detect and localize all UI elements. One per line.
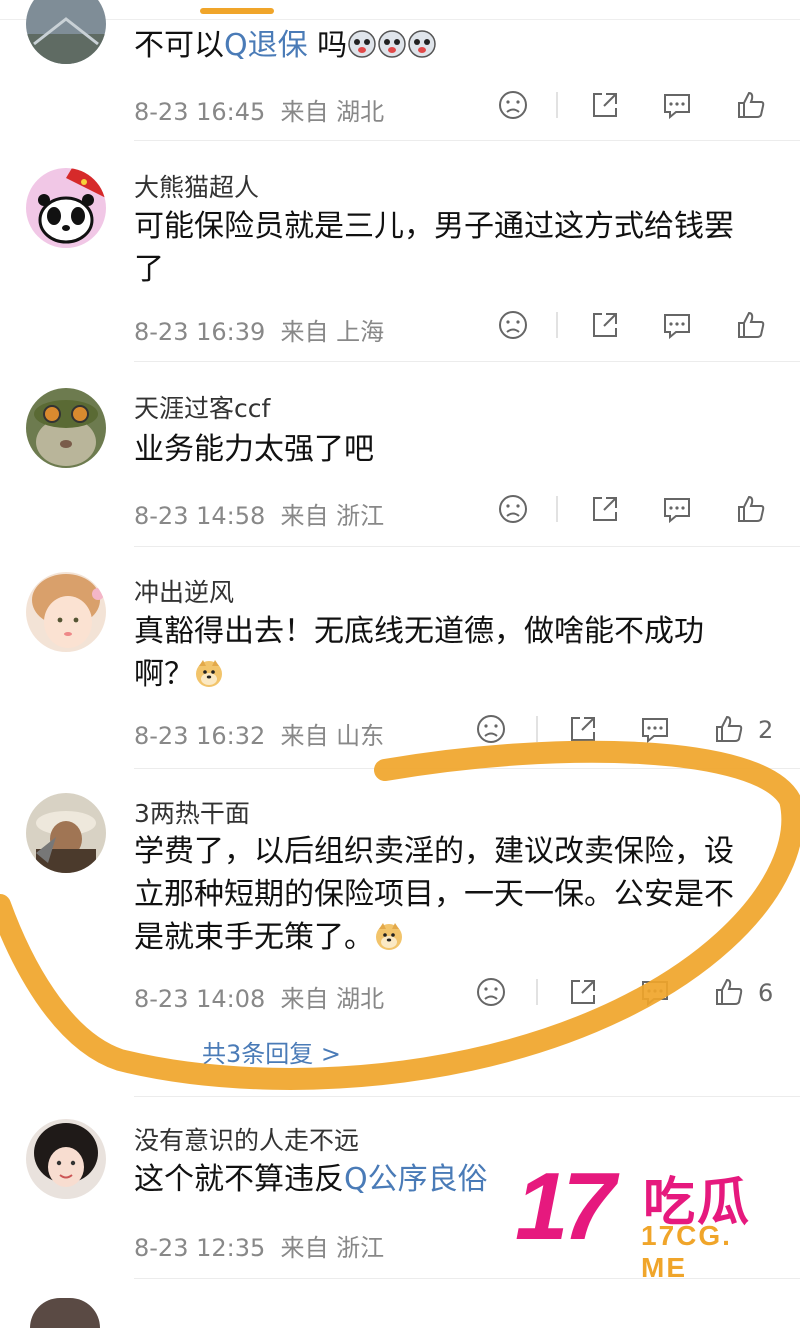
- comment-location: 来自 浙江: [280, 1234, 385, 1262]
- username[interactable]: 没有意识的人走不远: [134, 1121, 359, 1157]
- watermark-url: 17CG. ME: [641, 1220, 732, 1283]
- topic-link[interactable]: Q公序良俗: [344, 1162, 488, 1197]
- avatar[interactable]: [26, 1119, 106, 1199]
- watermark-number: 17: [515, 1153, 616, 1260]
- comment-item: 没有意识的人走不远 这个就不算违反Q公序良俗 8-23 12:35 来自 浙江: [0, 0, 800, 1311]
- comment-time: 8-23 12:35: [134, 1234, 266, 1262]
- watermark-logo: 17 吃瓜 17CG. ME: [515, 1153, 785, 1283]
- comment-meta: 8-23 12:35 来自 浙江: [134, 1228, 384, 1263]
